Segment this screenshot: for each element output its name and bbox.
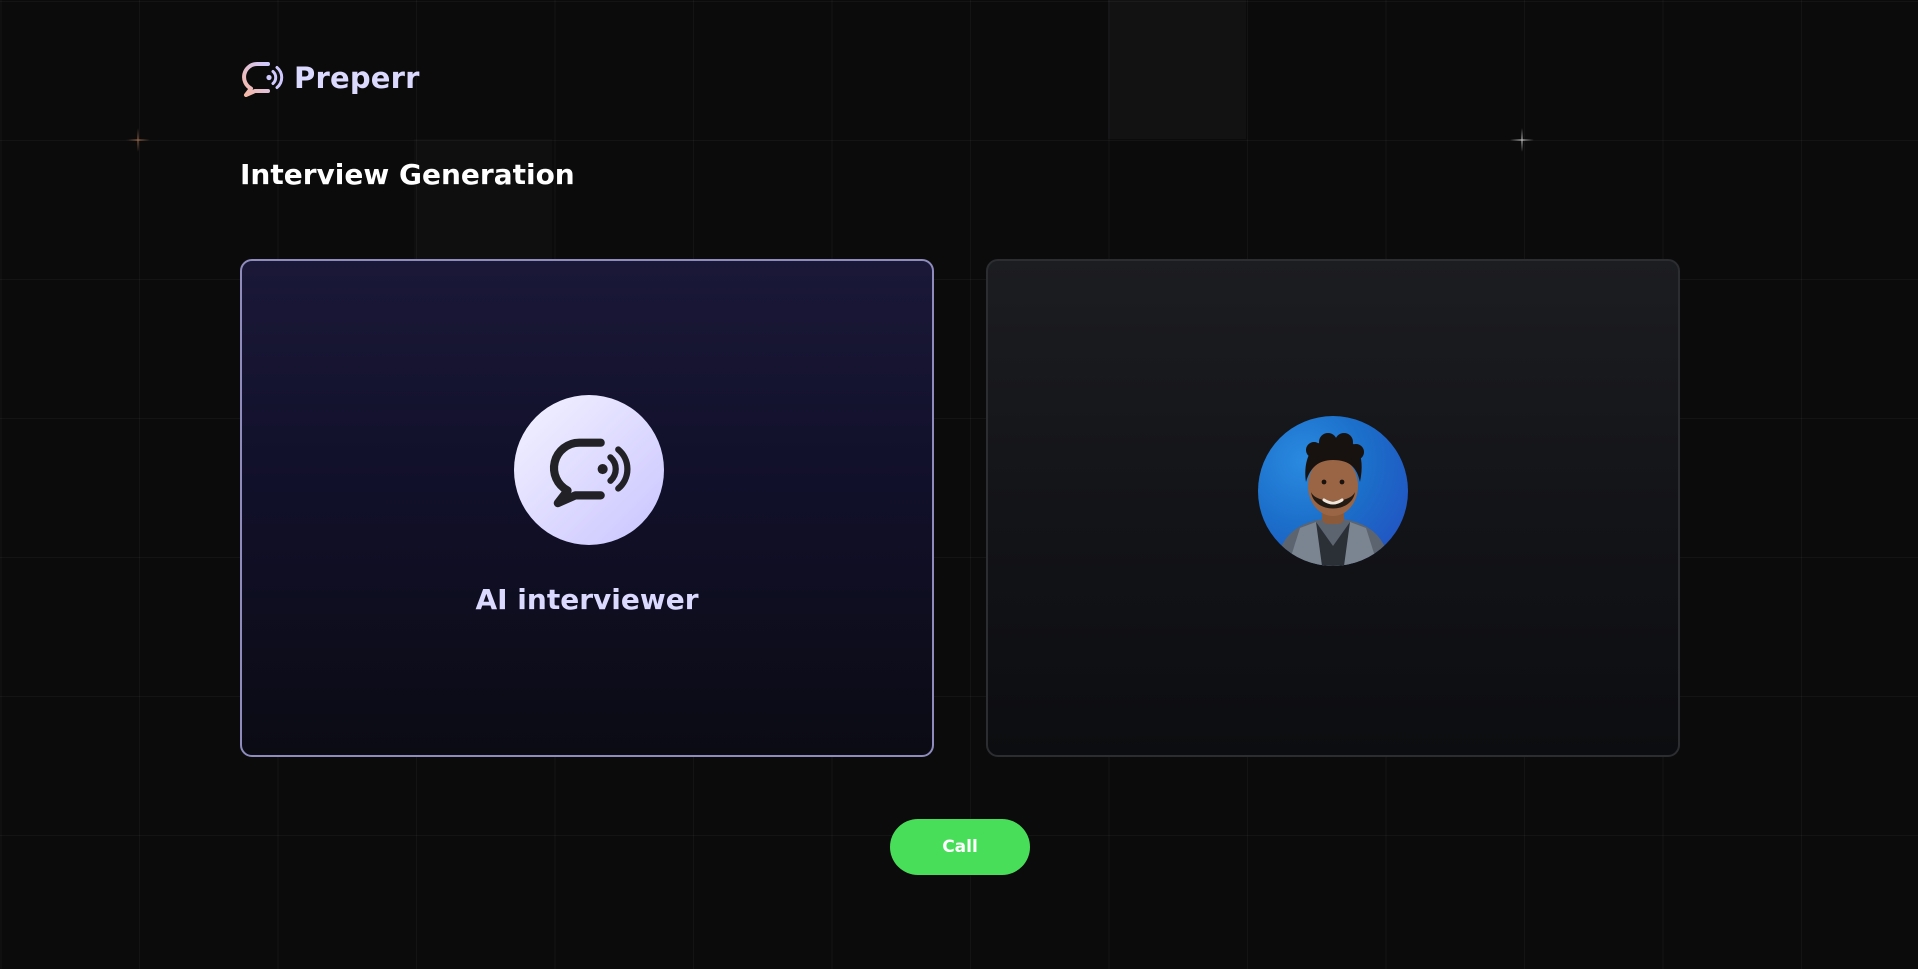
logo-icon (242, 62, 284, 97)
page-title: Interview Generation (240, 158, 575, 191)
sparkle-icon (1510, 128, 1534, 152)
ai-interviewer-card: AI interviewer (240, 259, 934, 757)
background-tile (414, 139, 552, 259)
interview-page: Preperr Interview Generation AI intervie… (0, 0, 1918, 969)
user-avatar (1258, 416, 1408, 566)
ai-avatar (514, 395, 664, 545)
ai-interviewer-label: AI interviewer (475, 583, 699, 616)
user-card (986, 259, 1680, 757)
chat-bubble-sound-icon (549, 438, 631, 508)
background-tile (1108, 0, 1246, 139)
header[interactable]: Preperr (240, 58, 420, 98)
brand-name: Preperr (294, 61, 420, 95)
user-photo (1276, 433, 1390, 566)
call-button[interactable]: Call (890, 819, 1030, 875)
sparkle-icon (126, 128, 150, 152)
